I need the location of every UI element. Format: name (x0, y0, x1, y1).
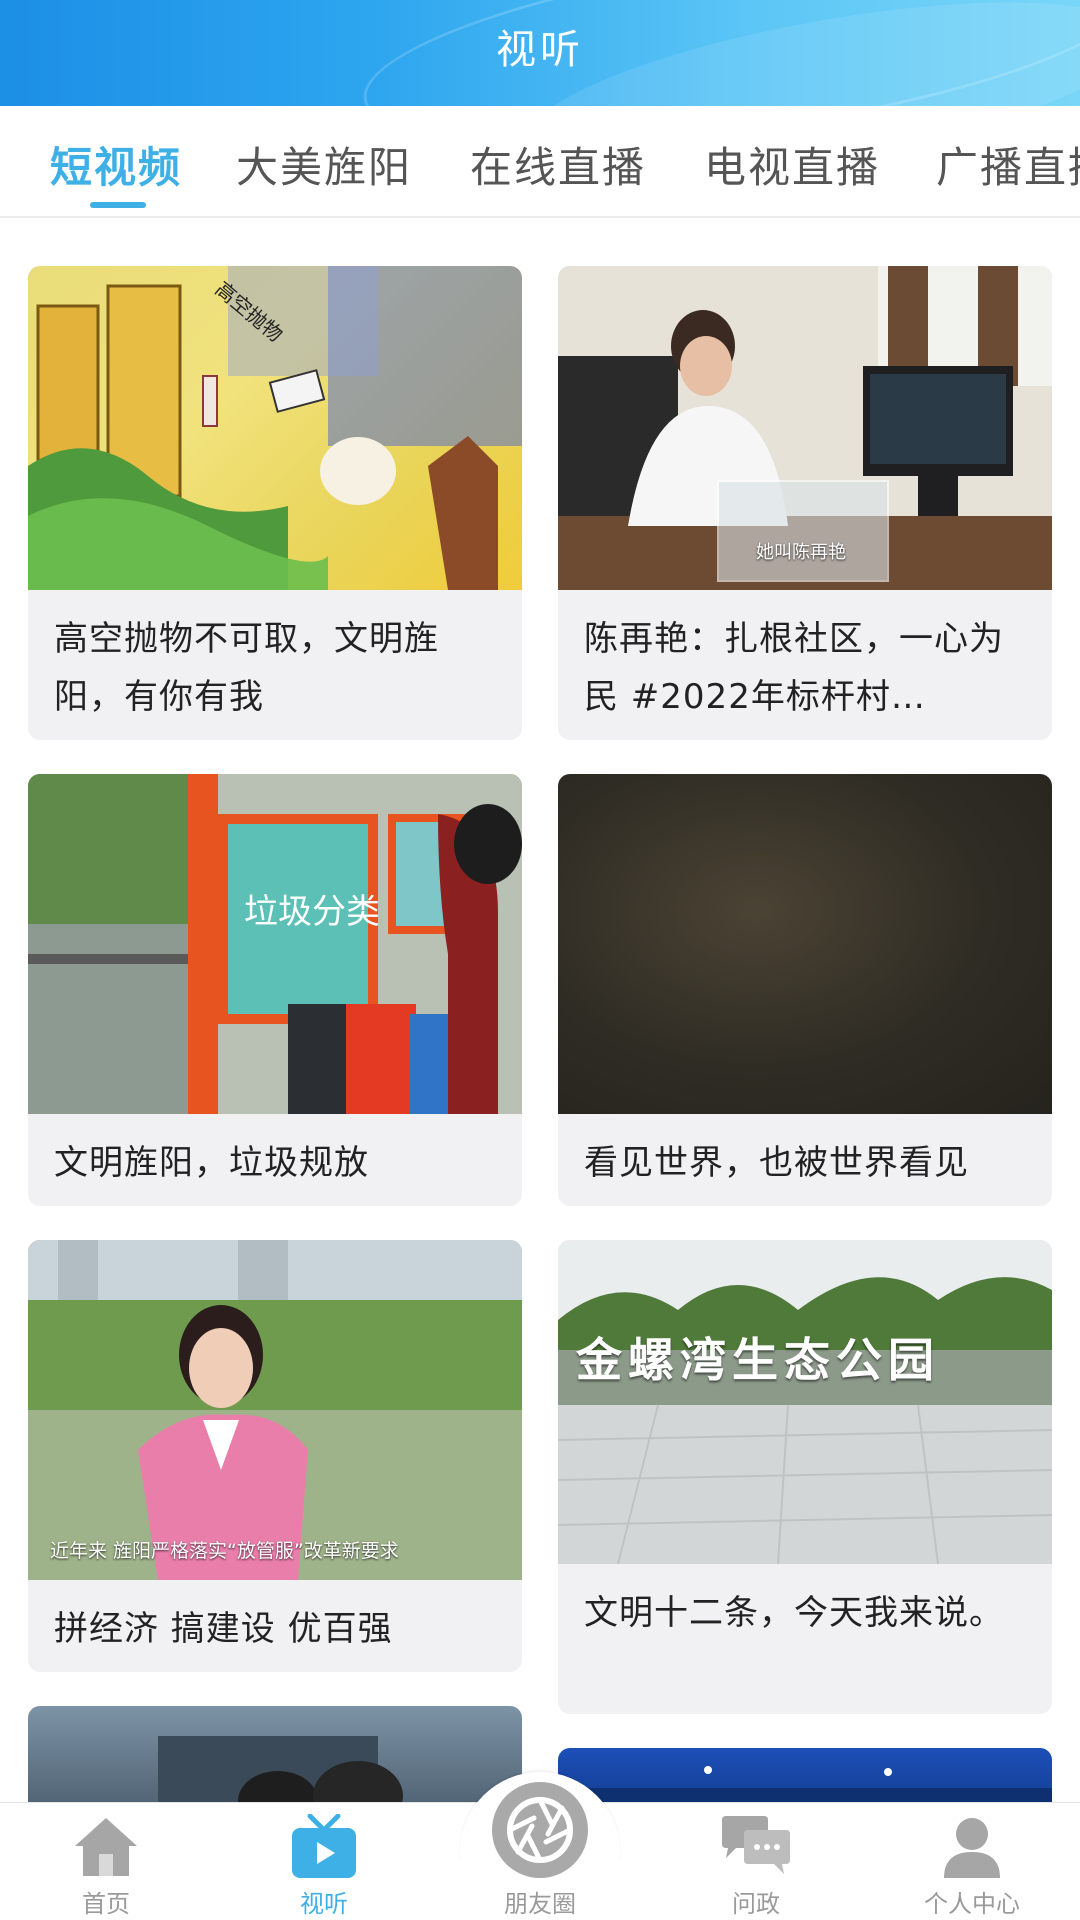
home-icon (75, 1818, 137, 1876)
video-thumbnail[interactable]: 金螺湾生态公园 (558, 1240, 1052, 1564)
tab-tv-live[interactable]: 电视直播 (704, 134, 880, 195)
nav-inquiry[interactable]: 问政 (666, 1802, 846, 1920)
nav-profile[interactable]: 个人中心 (882, 1802, 1062, 1920)
video-title: 看见世界，也被世界看见 (584, 1143, 969, 1183)
nav-label: 朋友圈 (504, 1890, 576, 1918)
tab-damei-jingyang[interactable]: 大美旌阳 (236, 134, 412, 195)
video-card[interactable]: 看见世界，也被世界看见 (558, 774, 1052, 1206)
nav-audiovisual[interactable]: 视听 (234, 1802, 414, 1920)
video-title: 文明旌阳，垃圾规放 (54, 1143, 369, 1183)
video-card[interactable] (28, 1706, 522, 1816)
category-tabs: 短视频 大美旌阳 在线直播 电视直播 广播直播 (0, 106, 1080, 218)
video-thumbnail[interactable]: 高空抛物 (28, 266, 522, 590)
video-card[interactable]: 近年来 旌阳严格落实“放管服”改革新要求 拼经济 搞建设 优百强 (28, 1240, 522, 1672)
app-header: 视听 (0, 0, 1080, 106)
video-thumbnail[interactable]: 垃圾分类 (28, 774, 522, 1114)
active-tab-indicator (90, 202, 146, 208)
camera-shutter-icon (492, 1782, 588, 1878)
nav-home[interactable]: 首页 (16, 1802, 196, 1920)
thumbnail-photo (28, 1240, 522, 1580)
video-thumbnail[interactable] (558, 774, 1052, 1114)
thumbnail-photo (28, 774, 522, 1114)
video-card[interactable]: 她叫陈再艳 陈再艳：扎根社区，一心为民 #2022年标杆村… (558, 266, 1052, 740)
video-caption: 近年来 旌阳严格落实“放管服”改革新要求 (50, 1540, 399, 1562)
video-title: 文明十二条，今天我来说。 (584, 1593, 1004, 1633)
thumbnail-photo (558, 1240, 1052, 1564)
video-thumbnail[interactable] (28, 1706, 522, 1816)
tv-icon (292, 1814, 356, 1878)
nav-moments[interactable]: 朋友圈 (450, 1782, 630, 1920)
page-title: 视听 (496, 27, 584, 73)
video-title: 高空抛物不可取，文明旌阳，有你有我 (54, 619, 439, 717)
nav-label: 问政 (732, 1890, 780, 1918)
thumbnail-overlay-text: 金螺湾生态公园 (576, 1333, 940, 1387)
video-caption: 她叫陈再艳 (756, 542, 846, 563)
thumbnail-photo (158, 1736, 403, 1816)
tab-short-video[interactable]: 短视频 (50, 134, 182, 195)
thumbnail-overlay-text: 垃圾分类 (244, 892, 380, 932)
video-card[interactable]: 高空抛物 高空抛物不可取，文明旌阳，有你有我 (28, 266, 522, 740)
tab-online-live[interactable]: 在线直播 (470, 134, 646, 195)
video-thumbnail[interactable]: 她叫陈再艳 (558, 266, 1052, 590)
video-thumbnail[interactable]: 近年来 旌阳严格落实“放管服”改革新要求 (28, 1240, 522, 1580)
nav-label: 个人中心 (924, 1890, 1020, 1918)
video-card[interactable]: 金螺湾生态公园 文明十二条，今天我来说。 (558, 1240, 1052, 1714)
person-icon (944, 1818, 1000, 1878)
chat-bubbles-icon (722, 1816, 790, 1874)
video-card[interactable]: 垃圾分类 文明旌阳，垃圾规放 (28, 774, 522, 1206)
tab-radio-live[interactable]: 广播直播 (936, 134, 1080, 195)
nav-label: 视听 (300, 1890, 348, 1918)
video-title: 拼经济 搞建设 优百强 (54, 1609, 393, 1649)
video-title: 陈再艳：扎根社区，一心为民 #2022年标杆村… (584, 619, 1004, 717)
nav-label: 首页 (82, 1890, 130, 1918)
